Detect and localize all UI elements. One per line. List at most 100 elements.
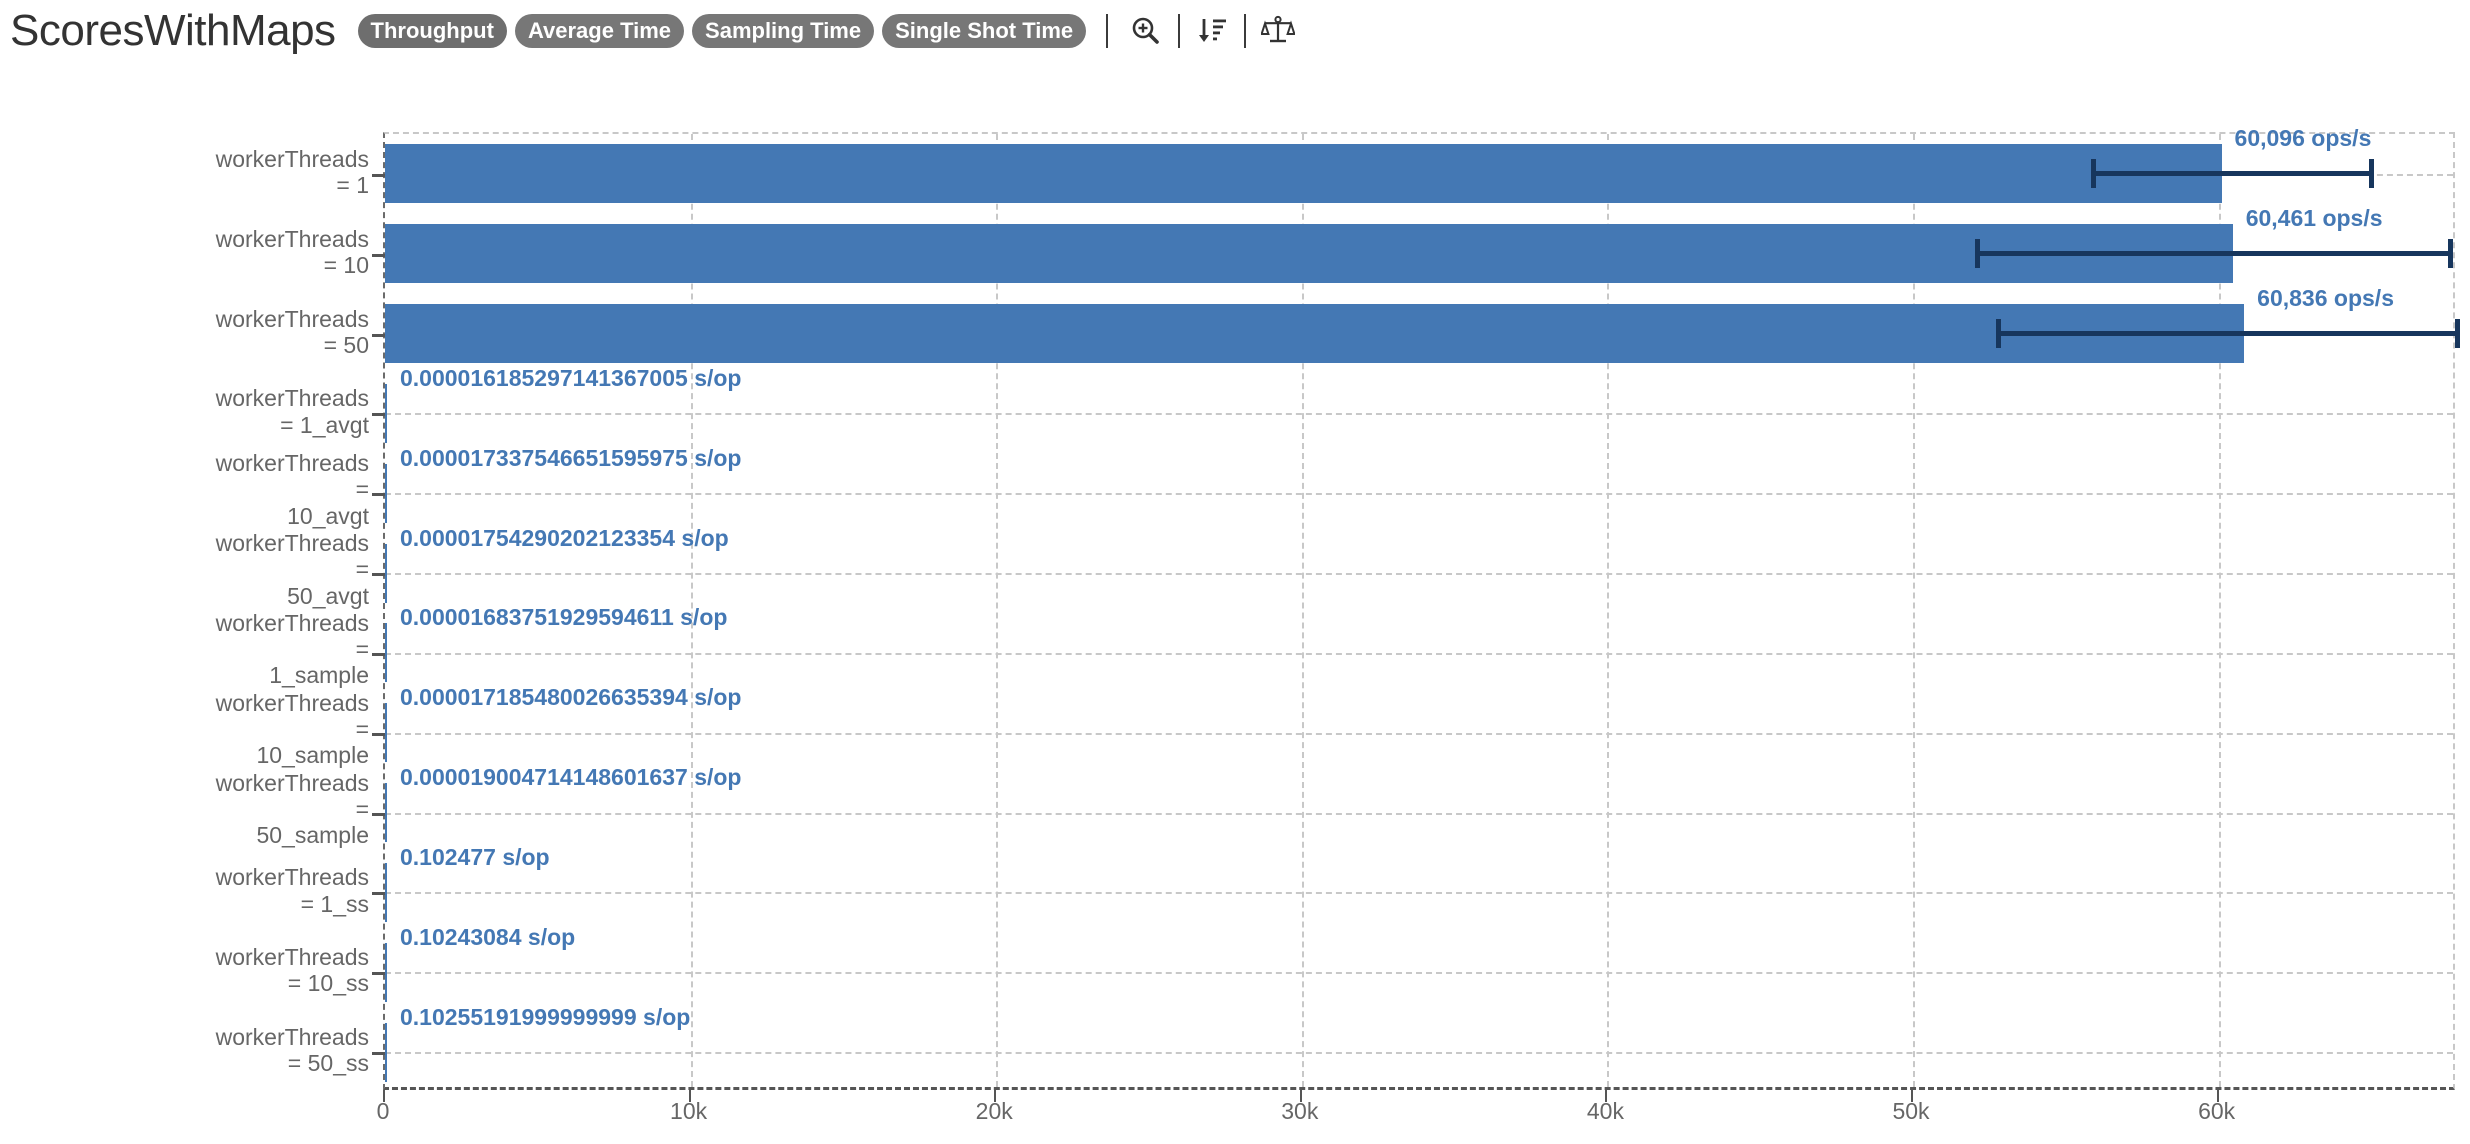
y-axis-label: workerThreads = 50 [119,306,369,358]
gridline-y [385,652,2453,655]
mode-button-average-time[interactable]: Average Time [514,14,685,48]
bar[interactable] [385,383,387,443]
y-axis-label-line: = 10 [323,251,369,278]
error-bar-line [1977,251,2451,257]
bar[interactable] [385,942,387,1002]
x-axis-tick-label: 60k [2198,1098,2236,1124]
y-axis-label: workerThreads = 10_sample [119,690,369,769]
x-axis-tick-label: 30k [1281,1098,1319,1124]
bar[interactable] [385,1022,387,1082]
mode-button-throughput[interactable]: Throughput [357,14,507,48]
y-axis-tick [372,413,385,417]
x-axis-tick-label: 40k [1586,1098,1624,1124]
y-axis-tick [372,173,385,177]
y-axis-label-line: workerThreads [215,225,369,252]
y-axis-label-line: = 1 [336,172,369,199]
bar[interactable] [385,463,387,523]
y-axis-label: workerThreads = 1 [119,146,369,198]
sort-descending-icon[interactable] [1192,11,1232,51]
toolbar-header: ScoresWithMaps Throughput Average Time S… [0,0,2470,62]
y-axis-label-line: = [355,795,369,822]
bar[interactable] [385,862,387,922]
y-axis-label-line: = 1_avgt [280,411,369,438]
y-axis-label-line: 50_avgt [287,582,369,609]
y-axis-label-line: 1_sample [269,662,369,689]
bar-value-label: 0.000019004714148601637 s/op [400,764,742,791]
y-axis-label-line: = [355,636,369,663]
x-axis-tick-label: 50k [1892,1098,1930,1124]
y-axis-label-line: = [355,476,369,503]
zoom-in-icon[interactable] [1126,11,1166,51]
y-axis-tick [372,892,385,896]
bar-value-label: 0.00001683751929594611 s/op [400,604,728,631]
toolbar-divider-3 [1244,14,1247,48]
mode-button-sampling-time[interactable]: Sampling Time [692,14,875,48]
y-axis-label: workerThreads = 50_sample [119,770,369,849]
gridline-y [385,1052,2453,1055]
y-axis-tick [372,972,385,976]
y-axis-tick [372,493,385,497]
bar[interactable] [385,543,387,603]
scales-balance-icon[interactable] [1258,11,1298,51]
y-axis-label: workerThreads = 10 [119,226,369,278]
y-axis-label-line: = 50 [323,331,369,358]
x-axis-tick-label: 20k [975,1098,1013,1124]
gridline-y [385,972,2453,975]
y-axis-tick [372,812,385,816]
bar[interactable] [385,703,387,763]
y-axis-tick [372,573,385,577]
gridline-y [385,493,2453,496]
toolbar-divider-1 [1106,14,1109,48]
bar[interactable] [385,783,387,843]
y-axis-label-line: workerThreads [215,145,369,172]
y-axis-label-line: workerThreads [215,609,369,636]
toolbar-icon-group [1126,11,1298,51]
y-axis-tick [372,732,385,736]
y-axis-label: workerThreads = 1_ss [119,864,369,916]
y-axis-label-line: = 1_ss [300,890,369,917]
bar[interactable] [385,224,2233,284]
bar-value-label: 0.00001754290202123354 s/op [400,524,729,551]
x-axis-tick-label: 0 [376,1098,390,1124]
y-axis-label-group: workerThreads = 1 workerThreads = 10 workerT… [117,132,369,1090]
y-axis-label-line: 50_sample [256,822,369,849]
error-bar-cap [1974,239,1980,269]
toolbar-divider-2 [1178,14,1181,48]
bar[interactable] [385,144,2222,204]
y-axis-label-line: 10_avgt [287,502,369,529]
y-axis-label-line: workerThreads [215,944,369,971]
bar-value-label: 0.000017337546651595975 s/op [400,444,742,471]
y-axis-label-line: = 50_ss [287,1050,369,1077]
error-bar-line [1998,331,2457,337]
bar-value-label: 0.102477 s/op [400,843,550,870]
y-axis-label: workerThreads = 50_ss [119,1024,369,1076]
y-axis-label-line: workerThreads [215,689,369,716]
x-axis-tick-label: 10k [670,1098,708,1124]
bar-value-label: 60,836 ops/s [2257,285,2394,312]
error-bar-cap [2090,159,2096,189]
bar-value-label: 0.000016185297141367005 s/op [400,364,742,391]
error-bar-cap [2448,239,2454,269]
gridline-y [385,892,2453,895]
mode-button-single-shot-time[interactable]: Single Shot Time [882,14,1087,48]
y-axis-label-line: workerThreads [215,305,369,332]
error-bar-cap [2368,159,2374,189]
y-axis-label-line: = [355,556,369,583]
y-axis-label: workerThreads = 10_ss [119,944,369,996]
y-axis-label-line: workerThreads [215,530,369,557]
bar-value-label: 60,461 ops/s [2245,205,2383,232]
y-axis-label: workerThreads = 1_sample [119,610,369,689]
gridline-y [385,573,2453,576]
y-axis-label-line: workerThreads [215,864,369,891]
y-axis-tick [372,333,385,337]
bar[interactable] [385,623,387,683]
chart-canvas: workerThreads = 1 workerThreads = 10 workerT… [0,62,2470,1144]
gridline-y [385,413,2453,416]
bar-value-label: 0.000017185480026635394 s/op [400,684,742,711]
bar-value-label: 0.10243084 s/op [400,923,576,950]
bar-value-label: 60,096 ops/s [2234,125,2372,152]
y-axis-label: workerThreads = 1_avgt [119,385,369,437]
bar[interactable] [385,304,2245,364]
error-bar-line [2093,171,2372,177]
y-axis-tick [372,1052,385,1056]
